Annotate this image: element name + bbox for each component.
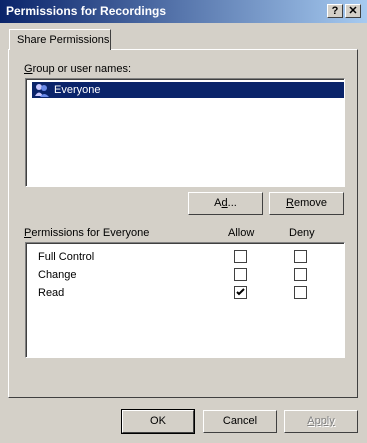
help-button[interactable]: ? bbox=[327, 4, 343, 18]
allow-header: Allow bbox=[228, 227, 255, 239]
cancel-button[interactable]: Cancel bbox=[203, 410, 277, 433]
change-allow-checkbox[interactable] bbox=[234, 268, 247, 281]
tab-panel: Group or user names: Everyone Ad... Remo… bbox=[8, 49, 358, 398]
apply-button[interactable]: Apply bbox=[284, 410, 358, 433]
read-allow-checkbox[interactable] bbox=[234, 286, 247, 299]
close-icon: ✕ bbox=[348, 5, 358, 17]
title-bar[interactable]: Permissions for Recordings ? ✕ bbox=[0, 0, 367, 23]
permissions-dialog: Permissions for Recordings ? ✕ Share Per… bbox=[0, 0, 367, 443]
perm-name: Change bbox=[38, 269, 77, 281]
tab-label: Share Permissions bbox=[17, 34, 110, 46]
deny-header: Deny bbox=[289, 227, 315, 239]
perm-name: Read bbox=[38, 287, 65, 299]
group-user-list[interactable]: Everyone bbox=[25, 78, 345, 187]
close-button[interactable]: ✕ bbox=[345, 4, 361, 18]
full-control-deny-checkbox[interactable] bbox=[294, 250, 307, 263]
ok-button[interactable]: OK bbox=[121, 409, 195, 434]
group-icon bbox=[35, 84, 49, 97]
read-deny-checkbox[interactable] bbox=[294, 286, 307, 299]
checkmark-icon bbox=[236, 288, 245, 296]
permissions-label: Permissions for Everyone bbox=[24, 227, 150, 239]
remove-button[interactable]: Remove bbox=[269, 192, 344, 215]
change-deny-checkbox[interactable] bbox=[294, 268, 307, 281]
list-item-label: Everyone bbox=[54, 84, 101, 96]
groups-label: Group or user names: bbox=[24, 63, 131, 75]
tab-share-permissions[interactable]: Share Permissions bbox=[9, 29, 111, 50]
full-control-allow-checkbox[interactable] bbox=[234, 250, 247, 263]
perm-name: Full Control bbox=[38, 251, 95, 263]
add-button[interactable]: Ad... bbox=[188, 192, 263, 215]
window-title: Permissions for Recordings bbox=[6, 4, 167, 18]
permissions-list[interactable]: Full Control Change Read bbox=[25, 242, 345, 358]
list-item-everyone[interactable]: Everyone bbox=[32, 82, 344, 98]
